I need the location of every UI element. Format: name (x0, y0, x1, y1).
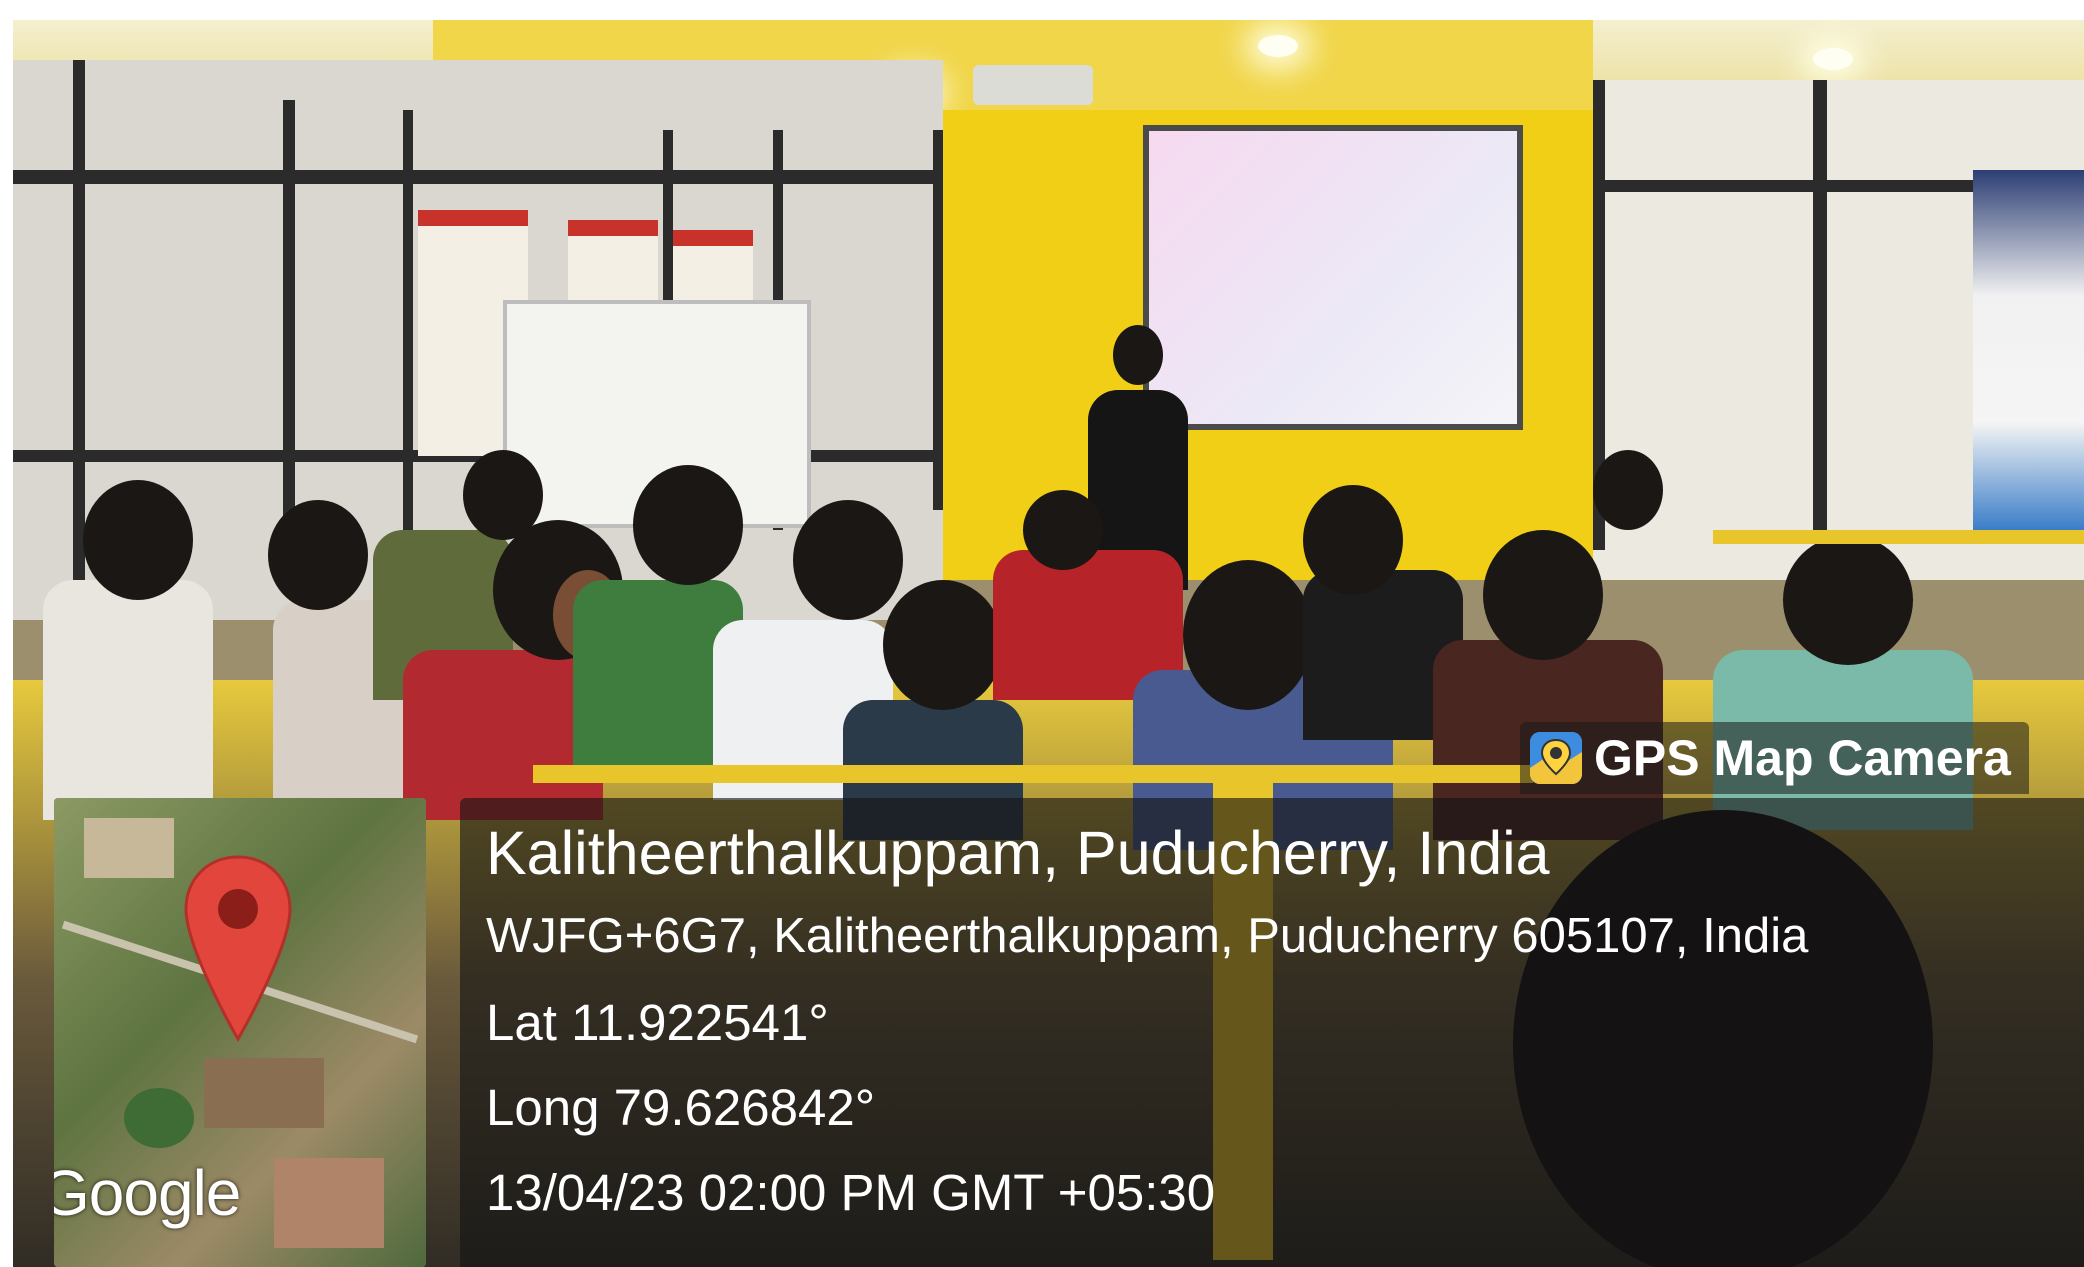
location-pin-icon (184, 855, 292, 1042)
student-head (1783, 535, 1913, 665)
map-trees (124, 1088, 194, 1148)
student-head (1303, 485, 1403, 595)
latitude-text: Lat 11.922541° (486, 994, 829, 1051)
projection-screen (1143, 125, 1523, 430)
student-head (83, 480, 193, 600)
desk-rail (1713, 530, 2084, 544)
partition-frame (73, 60, 85, 580)
timestamp-text: 13/04/23 02:00 PM GMT +05:30 (486, 1164, 1216, 1221)
location-title: Kalitheerthalkuppam, Puducherry, India (486, 819, 1550, 887)
ceiling-light (1258, 35, 1298, 57)
student (43, 580, 213, 820)
ceiling-light (1813, 48, 1853, 70)
event-banner (1973, 170, 2084, 530)
student-head (1023, 490, 1103, 570)
gps-map-camera-badge: GPS Map Camera (1520, 722, 2029, 794)
longitude-text: Long 79.626842° (486, 1079, 876, 1136)
partition-frame (403, 110, 413, 570)
student-head (793, 500, 903, 620)
map-field (84, 818, 174, 878)
location-info-panel: Kalitheerthalkuppam, Puducherry, India W… (460, 798, 2084, 1267)
student-head (1183, 560, 1313, 710)
partition-frame (13, 170, 943, 184)
map-building (274, 1158, 384, 1248)
partition-frame (1813, 80, 1827, 540)
student-head (1483, 530, 1603, 660)
location-address: WJFG+6G7, Kalitheerthalkuppam, Puducherr… (486, 909, 1809, 963)
student-head (1593, 450, 1663, 530)
student-head (268, 500, 368, 610)
partition-frame (283, 100, 295, 570)
student-head (633, 465, 743, 585)
app-name-label: GPS Map Camera (1594, 730, 2011, 786)
desk-rail (533, 765, 1533, 783)
map-camera-app-icon (1530, 732, 1582, 784)
map-thumbnail: Google (54, 798, 426, 1267)
projector (973, 65, 1093, 105)
map-building (204, 1058, 324, 1128)
google-logo: Google (54, 1157, 241, 1229)
partition-frame (933, 130, 943, 510)
student-head (883, 580, 1003, 710)
presenter-head (1113, 325, 1163, 385)
